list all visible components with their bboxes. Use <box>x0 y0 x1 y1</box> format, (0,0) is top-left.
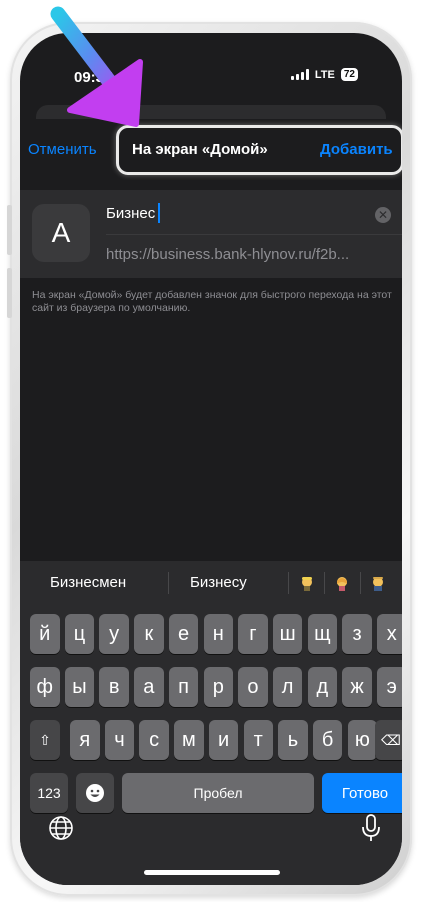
key-26[interactable]: м <box>174 720 204 760</box>
key-2[interactable]: ц <box>64 614 95 654</box>
text-cursor <box>158 203 160 223</box>
status-indicators: LTE 72 <box>290 68 358 81</box>
bookmark-url: https://business.bank-hlynov.ru/f2b... <box>106 246 350 263</box>
key-8[interactable]: ш <box>272 614 303 654</box>
keyboard-bottom-bar <box>20 805 402 885</box>
battery-level: 72 <box>340 68 358 81</box>
key-4[interactable]: к <box>134 614 164 654</box>
key-6[interactable]: н <box>203 614 233 654</box>
signal-icon <box>290 69 309 80</box>
key-1[interactable]: й <box>30 614 60 654</box>
key-29[interactable]: ь <box>278 720 308 760</box>
suggestion-divider <box>288 572 289 594</box>
suggestion-divider <box>360 572 361 594</box>
screen: 09:37 LTE 72 Отменить На экран «Домой» Д… <box>20 33 402 885</box>
key-24[interactable]: ч <box>104 720 135 760</box>
add-button[interactable]: Добавить <box>320 141 393 158</box>
keyboard: Бизнесмен Бизнесу йцукенгшщзх фывапролджэ… <box>20 561 402 885</box>
key-11[interactable]: х <box>377 614 402 654</box>
key-15[interactable]: а <box>134 667 164 707</box>
bookmark-card: A ✕ https://business.bank-hlynov.ru/f2b.… <box>20 190 402 278</box>
clear-icon[interactable]: ✕ <box>375 207 391 223</box>
network-type: LTE <box>314 68 335 81</box>
key-21[interactable]: ж <box>342 667 372 707</box>
suggestion-divider <box>168 572 169 594</box>
suggestion-item[interactable]: Бизнесмен <box>50 574 126 591</box>
key-19[interactable]: л <box>272 667 303 707</box>
key-18[interactable]: о <box>238 667 268 707</box>
delete-key[interactable]: ⌫ <box>375 720 402 760</box>
key-14[interactable]: в <box>99 667 129 707</box>
site-icon: A <box>32 204 90 262</box>
shift-key[interactable]: ⇧ <box>30 720 60 760</box>
key-30[interactable]: б <box>312 720 343 760</box>
key-13[interactable]: ы <box>64 667 95 707</box>
key-22[interactable]: э <box>377 667 402 707</box>
emoji-suggestion-icon[interactable] <box>334 575 350 591</box>
key-10[interactable]: з <box>342 614 372 654</box>
key-31[interactable]: ю <box>347 720 378 760</box>
key-27[interactable]: и <box>208 720 239 760</box>
emoji-suggestion-icon[interactable] <box>370 575 386 591</box>
key-20[interactable]: д <box>307 667 338 707</box>
key-16[interactable]: п <box>168 667 199 707</box>
key-5[interactable]: е <box>168 614 199 654</box>
suggestion-divider <box>324 572 325 594</box>
bookmark-name-input[interactable] <box>106 202 368 224</box>
home-indicator[interactable] <box>144 870 280 875</box>
key-3[interactable]: у <box>99 614 129 654</box>
arrow-annotation-icon <box>50 6 143 127</box>
side-button <box>7 268 12 318</box>
suggestion-bar: Бизнесмен Бизнесу <box>20 561 402 605</box>
key-25[interactable]: с <box>139 720 169 760</box>
key-17[interactable]: р <box>203 667 233 707</box>
side-button <box>7 205 12 255</box>
microphone-icon[interactable] <box>360 813 382 843</box>
divider <box>106 234 402 235</box>
key-7[interactable]: г <box>238 614 268 654</box>
key-12[interactable]: ф <box>30 667 60 707</box>
key-9[interactable]: щ <box>307 614 338 654</box>
key-28[interactable]: т <box>243 720 273 760</box>
emoji-suggestion-icon[interactable] <box>299 575 315 591</box>
globe-icon[interactable] <box>48 815 74 841</box>
key-23[interactable]: я <box>70 720 100 760</box>
suggestion-item[interactable]: Бизнесу <box>190 574 247 591</box>
hint-text: На экран «Домой» будет добавлен значок д… <box>32 289 392 314</box>
